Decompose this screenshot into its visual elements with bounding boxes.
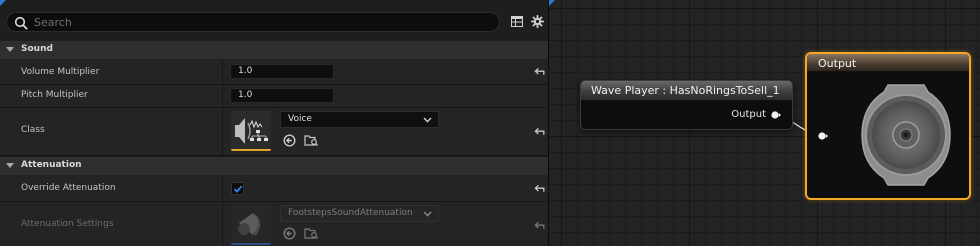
search-bar: Search: [0, 0, 549, 41]
collapse-arrow-icon[interactable]: [6, 163, 14, 168]
folder-search-icon[interactable]: [304, 227, 319, 240]
category-sound[interactable]: Sound: [0, 41, 549, 59]
asset-type-bar: [231, 243, 271, 245]
node-header: Output: [807, 54, 969, 72]
column-splitter[interactable]: [222, 59, 223, 84]
class-dropdown[interactable]: Voice: [280, 111, 439, 128]
reset-arrow-icon[interactable]: [534, 67, 545, 76]
speaker-icon: [861, 84, 951, 186]
folder-search-icon[interactable]: [304, 134, 319, 147]
property-pitch-multiplier: Pitch Multiplier 1.0: [0, 85, 549, 108]
attenuation-thumbnail[interactable]: [231, 205, 271, 245]
volume-multiplier-value: 1.0: [238, 66, 253, 76]
collapse-arrow-icon[interactable]: [6, 47, 14, 52]
browse-arrow-icon[interactable]: [283, 134, 296, 147]
override-attenuation-label: Override Attenuation: [21, 183, 116, 193]
output-node-title: Output: [818, 57, 857, 70]
reset-arrow-icon[interactable]: [534, 184, 545, 193]
input-pin-icon[interactable]: [818, 132, 828, 140]
attenuation-settings-label: Attenuation Settings: [21, 219, 114, 229]
attenuation-settings-value: FootstepsSoundAttenuation: [288, 208, 413, 218]
graph-canvas[interactable]: Wave Player : HasNoRingsToSell_1 Output …: [549, 0, 980, 246]
details-panel: Search Sound Volume Multiplier 1.0 Pitch…: [0, 0, 549, 246]
class-label: Class: [21, 125, 45, 135]
column-splitter[interactable]: [222, 175, 223, 201]
property-override-attenuation: Override Attenuation: [0, 175, 549, 202]
reset-arrow-icon[interactable]: [534, 221, 545, 230]
reset-arrow-icon[interactable]: [534, 127, 545, 136]
panel-corner-marker: [0, 0, 6, 6]
category-sound-label: Sound: [21, 44, 53, 54]
gear-icon[interactable]: [531, 15, 544, 28]
node-header: Wave Player : HasNoRingsToSell_1: [581, 81, 792, 101]
property-attenuation-settings: Attenuation Settings FootstepsSoundAtten…: [0, 202, 549, 246]
wave-player-title: Wave Player : HasNoRingsToSell_1: [591, 84, 780, 97]
chevron-down-icon: [423, 211, 432, 217]
pitch-multiplier-value: 1.0: [238, 90, 253, 100]
speaker-icon: [238, 213, 260, 236]
property-volume-multiplier: Volume Multiplier 1.0: [0, 59, 549, 85]
pitch-multiplier-input[interactable]: 1.0: [230, 88, 334, 103]
property-class: Class Voice: [0, 108, 549, 156]
asset-type-bar: [231, 149, 271, 151]
class-value: Voice: [288, 114, 312, 124]
sound-class-thumbnail[interactable]: [231, 111, 271, 151]
volume-multiplier-input[interactable]: 1.0: [230, 64, 334, 79]
search-placeholder: Search: [34, 16, 72, 29]
volume-multiplier-label: Volume Multiplier: [21, 67, 100, 77]
category-attenuation[interactable]: Attenuation: [0, 157, 549, 175]
column-splitter[interactable]: [222, 202, 223, 246]
browse-arrow-icon[interactable]: [283, 227, 296, 240]
output-pin-icon[interactable]: [771, 111, 781, 119]
chevron-down-icon: [423, 117, 432, 123]
attenuation-settings-dropdown[interactable]: FootstepsSoundAttenuation: [280, 205, 439, 222]
output-pin-label: Output: [731, 109, 766, 120]
column-splitter[interactable]: [222, 85, 223, 107]
override-attenuation-checkbox[interactable]: [231, 182, 244, 195]
output-node[interactable]: Output: [805, 52, 971, 200]
sound-class-icon: [235, 118, 268, 144]
table-icon[interactable]: [511, 16, 523, 27]
pitch-multiplier-label: Pitch Multiplier: [21, 90, 88, 100]
category-attenuation-label: Attenuation: [21, 160, 82, 170]
search-input[interactable]: Search: [6, 12, 500, 32]
column-splitter[interactable]: [222, 108, 223, 155]
wave-player-node[interactable]: Wave Player : HasNoRingsToSell_1 Output: [580, 80, 793, 130]
search-icon: [14, 16, 28, 30]
checkmark-icon: [233, 185, 243, 193]
